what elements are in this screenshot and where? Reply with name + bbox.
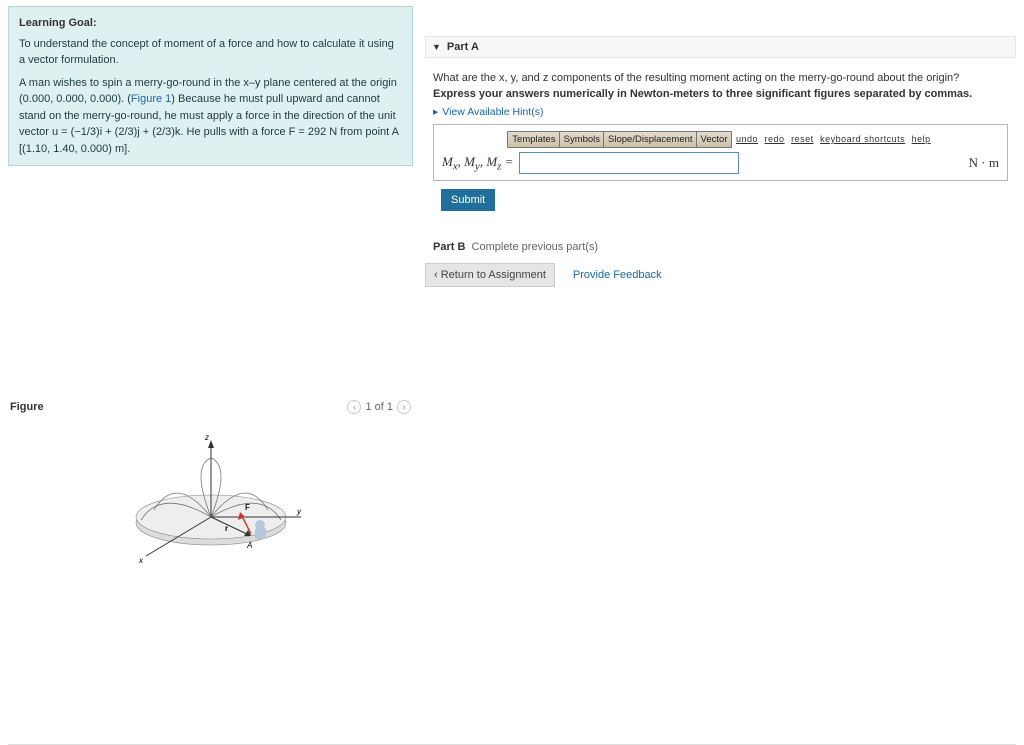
- redo-button[interactable]: redo: [765, 134, 785, 144]
- figure-link[interactable]: Figure 1: [131, 93, 171, 105]
- submit-button[interactable]: Submit: [441, 189, 495, 211]
- learning-goal-problem: A man wishes to spin a merry-go-round in…: [19, 75, 402, 158]
- part-b-label: Part B: [433, 241, 465, 253]
- point-a-label: A: [246, 541, 252, 550]
- answer-toolbox: TemplatesSymbolsSlope/DisplacementVector…: [433, 124, 1008, 181]
- figure-canvas: z y x r A F: [8, 418, 413, 578]
- merry-go-round-svg: z y x r A F: [101, 428, 321, 568]
- templates-button[interactable]: Templates: [507, 131, 560, 148]
- vector-button[interactable]: Vector: [696, 131, 733, 148]
- help-button[interactable]: help: [912, 134, 931, 144]
- answer-prompt-label: Mx, My, Mz =: [442, 154, 513, 173]
- figure-label: Figure: [10, 401, 44, 413]
- chevron-left-icon: ‹: [434, 269, 441, 281]
- caret-down-icon: ▼: [432, 42, 441, 52]
- part-a-question: What are the x, y, and z components of t…: [433, 72, 1008, 84]
- axis-x: x: [138, 556, 144, 565]
- vec-f-label: F: [245, 503, 250, 512]
- return-to-assignment-button[interactable]: ‹ Return to Assignment: [425, 263, 555, 287]
- axis-z: z: [204, 433, 209, 442]
- undo-button[interactable]: undo: [736, 134, 758, 144]
- part-b-status: Complete previous part(s): [472, 241, 599, 253]
- keyboard-shortcuts-button[interactable]: keyboard shortcuts: [820, 134, 905, 144]
- answer-unit: N · m: [969, 155, 999, 171]
- figure-prev-button[interactable]: ‹: [347, 400, 361, 414]
- caret-right-icon: ▸: [433, 106, 438, 118]
- part-b-row: Part B Complete previous part(s): [433, 241, 1016, 253]
- figure-counter: 1 of 1: [365, 401, 393, 413]
- axis-y: y: [296, 507, 302, 516]
- part-a-title: Part A: [447, 41, 479, 53]
- slope-displacement-button[interactable]: Slope/Displacement: [603, 131, 698, 148]
- figure-header: Figure ‹ 1 of 1 ›: [8, 396, 413, 418]
- hints-label: View Available Hint(s): [442, 106, 543, 118]
- provide-feedback-link[interactable]: Provide Feedback: [573, 269, 662, 281]
- part-a-header[interactable]: ▼ Part A: [425, 36, 1016, 58]
- symbols-button[interactable]: Symbols: [559, 131, 605, 148]
- learning-goal-heading: Learning Goal:: [19, 15, 402, 32]
- vec-r-label: r: [225, 524, 228, 533]
- answer-input[interactable]: [519, 152, 739, 174]
- return-label: Return to Assignment: [441, 269, 546, 281]
- reset-button[interactable]: reset: [791, 134, 814, 144]
- learning-goal-intro: To understand the concept of moment of a…: [19, 36, 402, 69]
- figure-next-button[interactable]: ›: [397, 400, 411, 414]
- learning-goal-box: Learning Goal: To understand the concept…: [8, 6, 413, 166]
- part-a-instruction: Express your answers numerically in Newt…: [433, 88, 1008, 100]
- view-hints-link[interactable]: ▸ View Available Hint(s): [433, 106, 1008, 118]
